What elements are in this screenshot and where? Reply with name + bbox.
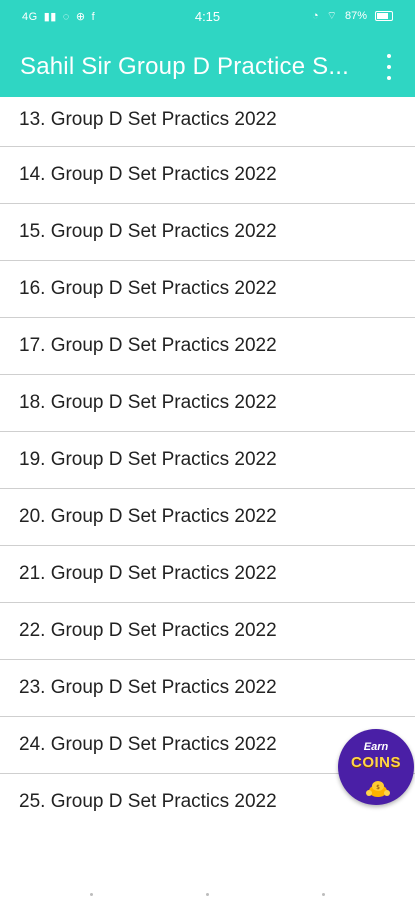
battery-icon xyxy=(375,11,393,21)
list-item[interactable]: 22. Group D Set Practics 2022 xyxy=(0,603,415,660)
list-item[interactable]: 16. Group D Set Practics 2022 xyxy=(0,261,415,318)
list-item[interactable]: 13. Group D Set Practics 2022 xyxy=(0,97,415,147)
status-bar: 4G ▮▮ ◌ ⊕ f 4:15 ◔ ⌔ 87% xyxy=(0,0,415,34)
nav-recents-indicator xyxy=(322,893,325,896)
list-item-label: 15. Group D Set Practics 2022 xyxy=(19,221,277,242)
list-item-label: 18. Group D Set Practics 2022 xyxy=(19,392,277,413)
nav-back-indicator xyxy=(90,893,93,896)
status-right-icons: ◔ ⌔ 87% xyxy=(312,9,393,23)
list-item[interactable]: 17. Group D Set Practics 2022 xyxy=(0,318,415,375)
list-item-label: 14. Group D Set Practics 2022 xyxy=(19,164,277,185)
list-item[interactable]: 18. Group D Set Practics 2022 xyxy=(0,375,415,432)
earn-coins-line2: COINS xyxy=(350,754,401,771)
list-item-label: 25. Group D Set Practics 2022 xyxy=(19,791,277,812)
list-item[interactable]: 14. Group D Set Practics 2022 xyxy=(0,147,415,204)
list-item-label: 20. Group D Set Practics 2022 xyxy=(19,506,277,527)
wifi-icon: ⌔ xyxy=(326,10,337,22)
list-item-label: 21. Group D Set Practics 2022 xyxy=(19,563,277,584)
page-title: Sahil Sir Group D Practice S... xyxy=(20,53,349,80)
earn-coins-button[interactable]: Earn COINS $ xyxy=(338,729,414,805)
list-item[interactable]: 23. Group D Set Practics 2022 xyxy=(0,660,415,717)
set-list: 13. Group D Set Practics 2022 14. Group … xyxy=(0,97,415,830)
list-item-label: 22. Group D Set Practics 2022 xyxy=(19,620,277,641)
list-item-label: 19. Group D Set Practics 2022 xyxy=(19,449,277,470)
list-item-label: 17. Group D Set Practics 2022 xyxy=(19,335,277,356)
list-item-label: 16. Group D Set Practics 2022 xyxy=(19,278,277,299)
list-item-label: 13. Group D Set Practics 2022 xyxy=(19,109,277,130)
list-item-label: 24. Group D Set Practics 2022 xyxy=(19,734,277,755)
alarm-icon: ◔ xyxy=(311,10,319,22)
earn-coins-line1: Earn xyxy=(363,741,389,753)
app-bar: 4G ▮▮ ◌ ⊕ f 4:15 ◔ ⌔ 87% Sahil Sir Group… xyxy=(0,0,415,97)
list-item[interactable]: 20. Group D Set Practics 2022 xyxy=(0,489,415,546)
battery-text: 87% xyxy=(344,10,367,22)
list-item-label: 23. Group D Set Practics 2022 xyxy=(19,677,277,698)
nav-home-indicator xyxy=(206,893,209,896)
list-item[interactable]: 15. Group D Set Practics 2022 xyxy=(0,204,415,261)
svg-text:$: $ xyxy=(376,784,380,791)
list-item[interactable]: 19. Group D Set Practics 2022 xyxy=(0,432,415,489)
list-item[interactable]: 21. Group D Set Practics 2022 xyxy=(0,546,415,603)
coin-bag-icon: $ xyxy=(366,781,390,797)
more-vert-icon[interactable] xyxy=(377,54,401,80)
